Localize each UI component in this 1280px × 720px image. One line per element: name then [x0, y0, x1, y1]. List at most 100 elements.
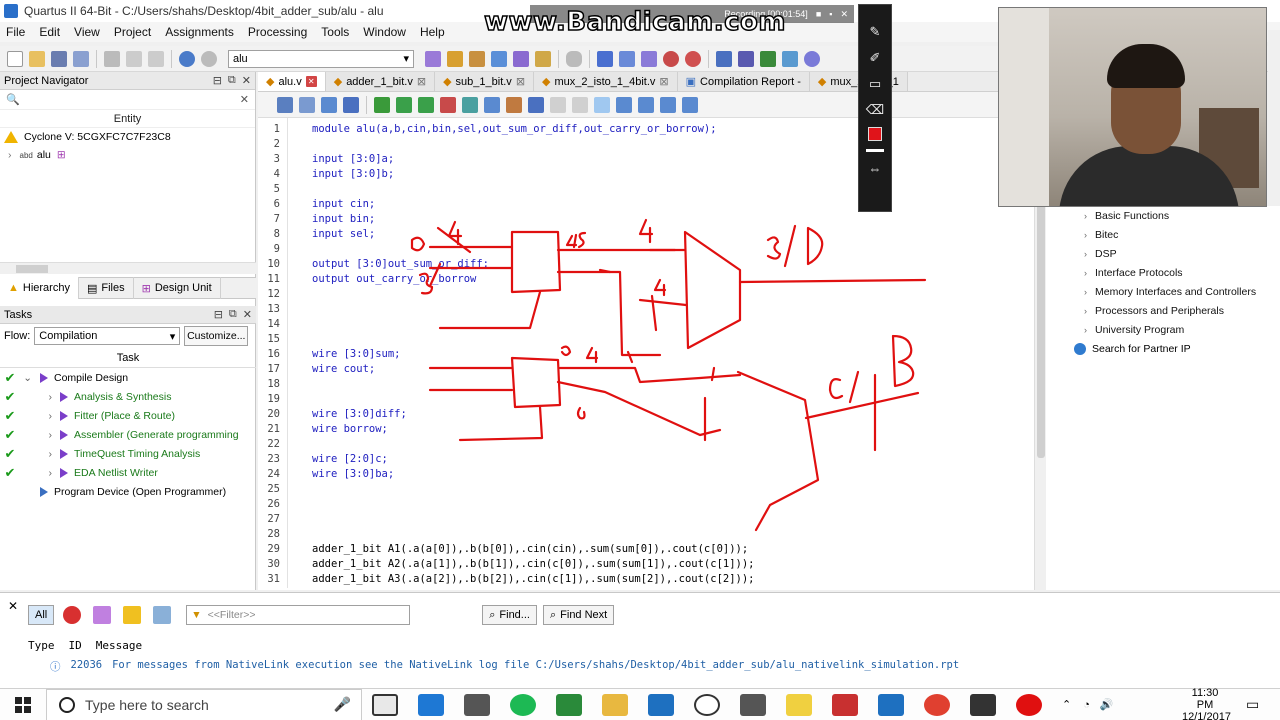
expand-icon[interactable]: ⇔ [865, 160, 885, 178]
tab-mux-4bit[interactable]: ◆ mux_2_isto_1_4bit.v ⊠ [534, 72, 678, 91]
start-compilation-icon[interactable] [597, 50, 613, 67]
code-line[interactable]: 19 [258, 392, 1038, 407]
code-line[interactable]: 13 [258, 302, 1038, 317]
critical-warning-filter-icon[interactable] [93, 606, 112, 624]
code-line[interactable]: 9 [258, 242, 1038, 257]
programmer-icon[interactable] [760, 50, 776, 67]
record-icon[interactable] [1016, 693, 1042, 716]
chip-planner-icon[interactable] [425, 50, 441, 67]
color-swatch[interactable] [868, 127, 882, 141]
suppress-filter-icon[interactable] [153, 606, 172, 624]
toggle-bookmark-icon[interactable] [374, 96, 390, 113]
taskbar-clock[interactable]: 11:30 PM 12/1/2017 [1182, 687, 1231, 720]
menu-window[interactable]: Window [357, 25, 414, 39]
float-icon[interactable]: ⧉ [228, 74, 236, 87]
tasks-float-icon[interactable]: ⧉ [229, 308, 237, 321]
stop-icon[interactable] [566, 50, 582, 67]
ip-item-dsp[interactable]: › DSP [1048, 244, 1280, 263]
camera-icon[interactable]: ■ [816, 9, 821, 19]
pin-planner-icon[interactable] [447, 50, 463, 67]
task-row[interactable]: ✔ › EDA Netlist Writer [0, 463, 256, 482]
entity-select[interactable]: alu ▾ [228, 49, 414, 68]
menu-help[interactable]: Help [414, 25, 453, 39]
code-line[interactable]: 8 input sel; [258, 227, 1038, 242]
navigator-search[interactable]: 🔍 ✕ [0, 90, 255, 110]
code-line[interactable]: 3 input [3:0]a; [258, 152, 1038, 167]
ssn-analyzer-icon[interactable] [782, 50, 798, 67]
tab-design-units[interactable]: ⊞ Design Unit [134, 277, 221, 299]
line-number-icon[interactable] [550, 96, 566, 113]
language-icon[interactable] [694, 693, 720, 716]
app-icon[interactable] [832, 693, 858, 716]
code-line[interactable]: 24 wire [3:0]ba; [258, 467, 1038, 482]
store-icon[interactable] [464, 693, 490, 716]
volume-icon[interactable]: 🔊 [1100, 698, 1114, 711]
code-line[interactable]: 26 [258, 497, 1038, 512]
uncomment-icon[interactable] [528, 96, 544, 113]
bookmark-icon[interactable] [343, 96, 359, 113]
assignment-editor-icon[interactable] [469, 50, 485, 67]
sticky-notes-icon[interactable] [786, 693, 812, 716]
ab-icon[interactable] [572, 96, 588, 113]
code-line[interactable]: 7 input bin; [258, 212, 1038, 227]
code-line[interactable]: 1 module alu(a,b,cin,bin,sel,out_sum_or_d… [258, 122, 1038, 137]
tab-alu-v[interactable]: ◆ alu.v ✕ [258, 72, 326, 91]
code-line[interactable]: 27 [258, 512, 1038, 527]
code-line[interactable]: 2 [258, 137, 1038, 152]
ip-item-processors[interactable]: › Processors and Peripherals [1048, 301, 1280, 320]
clear-search-icon[interactable]: ✕ [240, 93, 249, 106]
increase-indent-icon[interactable] [616, 96, 632, 113]
code-line[interactable]: 30 adder_1_bit A2(.a(a[1]),.b(b[1]),.cin(… [258, 557, 1038, 572]
tab-compilation-report[interactable]: ▣ Compilation Report - [677, 72, 810, 91]
code-line[interactable]: 11 output out_carry_or_borrow [258, 272, 1038, 287]
task-row[interactable]: ✔ › TimeQuest Timing Analysis [0, 444, 256, 463]
comment-icon[interactable] [462, 96, 478, 113]
settings-icon[interactable] [491, 50, 507, 67]
close-tab-icon[interactable]: ⊠ [659, 75, 668, 88]
ip-item-bitec[interactable]: › Bitec [1048, 225, 1280, 244]
app-icon[interactable] [970, 693, 996, 716]
code-line[interactable]: 21 wire borrow; [258, 422, 1038, 437]
top-entity-row[interactable]: › abd alu ⊞ [0, 146, 255, 164]
tab-sub-1-bit[interactable]: ◆ sub_1_bit.v ⊠ [435, 72, 535, 91]
block-icon[interactable] [506, 96, 522, 113]
app-icon[interactable] [878, 693, 904, 716]
compilation-report-icon[interactable] [716, 50, 732, 67]
save-all-icon[interactable] [73, 50, 89, 67]
decrease-indent-icon[interactable] [638, 96, 654, 113]
code-line[interactable]: 17 wire cout; [258, 362, 1038, 377]
rectangle-icon[interactable]: ▭ [865, 75, 885, 93]
search-partner-ip[interactable]: Search for Partner IP [1048, 339, 1280, 358]
menu-file[interactable]: File [0, 25, 33, 39]
message-row[interactable]: ⓘ 22036 For messages from NativeLink exe… [50, 659, 1250, 675]
close-tab-icon[interactable]: ⊠ [516, 75, 525, 88]
task-row[interactable]: ✔ › Analysis & Synthesis [0, 387, 256, 406]
app-icon[interactable] [740, 693, 766, 716]
warning-filter-icon[interactable] [123, 606, 142, 624]
taskbar-search[interactable]: Type here to search 🎤 [46, 688, 362, 720]
flow-select[interactable]: Compilation ▾ [34, 327, 181, 345]
tab-hierarchy[interactable]: ▲ Hierarchy [0, 277, 79, 299]
task-row[interactable]: ✔ › Fitter (Place & Route) [0, 406, 256, 425]
find-next-button[interactable]: ⌕ Find Next [542, 605, 615, 625]
chevron-right-icon[interactable]: › [8, 149, 12, 161]
message-filter-input[interactable]: ▼ <<Filter>> [186, 605, 411, 625]
task-view-icon[interactable] [372, 693, 398, 716]
run-task-icon[interactable] [60, 467, 68, 478]
close-icon[interactable]: ✕ [242, 74, 251, 87]
netlist-viewer-icon[interactable] [513, 50, 529, 67]
line-width-icon[interactable] [866, 149, 884, 152]
close-tab-icon[interactable]: ✕ [305, 76, 317, 87]
prev-bookmark-icon[interactable] [418, 96, 434, 113]
tab-files[interactable]: ▤ Files [79, 277, 134, 299]
indent-icon[interactable] [594, 96, 610, 113]
timing-analyzer-icon[interactable] [663, 50, 679, 67]
new-file-icon[interactable] [7, 50, 23, 67]
close-tab-icon[interactable]: ⊠ [417, 75, 426, 88]
spotify-icon[interactable] [510, 693, 536, 716]
code-line[interactable]: 25 [258, 482, 1038, 497]
close-messages-icon[interactable]: ✕ [8, 599, 18, 613]
code-editor[interactable]: 1 module alu(a,b,cin,bin,sel,out_sum_or_d… [258, 118, 1048, 588]
customize-button[interactable]: Customize... [184, 326, 249, 346]
code-line[interactable]: 6 input cin; [258, 197, 1038, 212]
